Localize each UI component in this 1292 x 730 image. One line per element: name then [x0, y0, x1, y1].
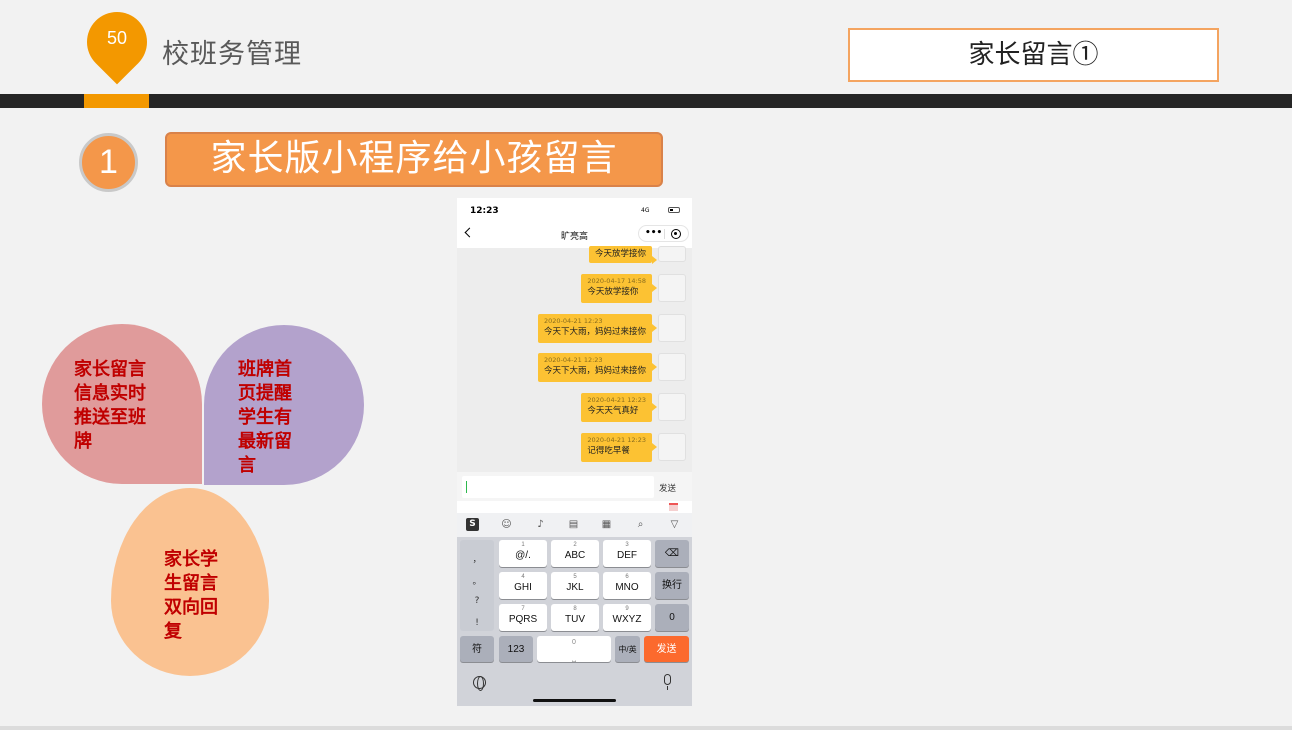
feature-text-reminder: 班牌首 页提醒 学生有 最新留 言: [238, 359, 292, 476]
symbol-key[interactable]: ?: [460, 596, 494, 606]
send-button[interactable]: 发送: [659, 482, 676, 494]
avatar[interactable]: [658, 353, 686, 381]
space-key[interactable]: 0 ⎵: [537, 636, 611, 662]
voice-icon[interactable]: ♪: [535, 519, 546, 530]
avatar[interactable]: [658, 393, 686, 421]
globe-icon[interactable]: [473, 676, 486, 691]
close-miniprogram-icon[interactable]: [671, 229, 681, 239]
message-item: 2020-04-17 14:58 今天放学接你: [457, 274, 692, 304]
key-6[interactable]: 6 MNO: [603, 572, 651, 599]
section-title: 校班务管理: [162, 39, 302, 70]
avatar[interactable]: [658, 314, 686, 342]
header-divider: [0, 94, 1292, 108]
message-input[interactable]: [462, 476, 654, 498]
keyboard-send-key[interactable]: 发送: [644, 636, 689, 662]
calendar-icon[interactable]: [669, 503, 678, 511]
more-menu-button[interactable]: •••: [645, 228, 662, 238]
home-indicator: [533, 699, 616, 702]
key-7[interactable]: 7 PQRS: [499, 604, 547, 631]
key-9[interactable]: 9 WXYZ: [603, 604, 651, 631]
feature-text-reply: 家长学 生留言 双向回 复: [164, 549, 218, 642]
symbol-key[interactable]: !: [460, 618, 494, 628]
slide-title: 家长留言①: [848, 28, 1219, 82]
network-label: 4G: [641, 207, 650, 214]
message-bubble[interactable]: 今天放学接你: [588, 246, 658, 264]
battery-icon: [668, 207, 680, 213]
number-switch-key[interactable]: 123: [499, 636, 533, 662]
accessory-strip: [457, 501, 692, 513]
message-list[interactable]: 今天放学接你 2020-04-17 14:58 今天放学接你 2020-04-2…: [457, 246, 692, 470]
clipboard-icon[interactable]: ▤: [568, 519, 579, 530]
message-input-bar: 发送: [457, 472, 692, 501]
avatar[interactable]: [658, 274, 686, 302]
key-2[interactable]: 2 ABC: [551, 540, 599, 567]
feature-text-push: 家长留言 信息实时 推送至班 牌: [74, 359, 146, 452]
text-cursor: [466, 481, 467, 493]
avatar[interactable]: [658, 433, 686, 461]
key-4[interactable]: 4 GHI: [499, 572, 547, 599]
slide-bottom-edge: [0, 726, 1292, 730]
message-bubble[interactable]: 2020-04-21 12:23 今天下大雨，妈妈过来接你: [537, 353, 658, 382]
ime-logo-icon[interactable]: S: [466, 518, 479, 531]
header-accent: [84, 94, 149, 108]
symbol-key[interactable]: ，: [460, 552, 494, 565]
key-5[interactable]: 5 JKL: [551, 572, 599, 599]
enter-key[interactable]: 换行: [655, 572, 689, 599]
apps-grid-icon[interactable]: ▦: [601, 519, 612, 530]
symbol-key[interactable]: 。: [460, 574, 494, 587]
miniprogram-capsule: •••: [638, 225, 689, 242]
message-item: 2020-04-21 12:23 今天下大雨，妈妈过来接你: [457, 353, 692, 383]
search-icon[interactable]: ⌕: [635, 519, 646, 530]
message-item: 2020-04-21 12:23 今天天气真好: [457, 393, 692, 423]
delete-key[interactable]: ⌫: [655, 540, 689, 567]
message-bubble[interactable]: 2020-04-21 12:23 今天天气真好: [581, 393, 657, 422]
phone-screenshot: 12:23 4G 旷亮高 ••• 今天放学接你 2020-04-17 14:58…: [457, 198, 692, 706]
ime-toolbar: S ☺ ♪ ▤ ▦ ⌕ ▽: [457, 513, 692, 537]
message-bubble[interactable]: 2020-04-21 12:23 记得吃早餐: [581, 433, 657, 462]
language-switch-key[interactable]: 中/英: [615, 636, 640, 662]
status-time: 12:23: [470, 206, 499, 216]
step-number: 1: [79, 133, 138, 192]
message-item: 2020-04-21 12:23 今天下大雨，妈妈过来接你: [457, 314, 692, 344]
hide-keyboard-icon[interactable]: ▽: [669, 519, 680, 530]
key-1[interactable]: 1 @/.: [499, 540, 547, 567]
message-bubble[interactable]: 2020-04-21 12:23 今天下大雨，妈妈过来接你: [537, 314, 658, 343]
symbol-switch-key[interactable]: 符: [460, 636, 494, 662]
message-bubble[interactable]: 2020-04-17 14:58 今天放学接你: [581, 274, 657, 303]
keyboard: ， 。 ? ! 1 @/. 2 ABC 3 DEF ⌫ 4 GHI 5 JKL 6 MNO …: [457, 537, 692, 706]
key-0[interactable]: 0: [655, 604, 689, 631]
page-number: 50: [106, 28, 128, 48]
microphone-icon[interactable]: [664, 674, 671, 690]
message-item: 2020-04-21 12:23 记得吃早餐: [457, 433, 692, 463]
emoji-icon[interactable]: ☺: [501, 519, 512, 530]
capsule-divider: [664, 229, 665, 239]
chat-nav-bar: 旷亮高 •••: [457, 220, 692, 248]
symbol-column[interactable]: ， 。 ? !: [460, 540, 494, 631]
step-title: 家长版小程序给小孩留言: [165, 132, 663, 187]
key-8[interactable]: 8 TUV: [551, 604, 599, 631]
message-item: 今天放学接你: [457, 246, 692, 276]
key-3[interactable]: 3 DEF: [603, 540, 651, 567]
avatar[interactable]: [658, 246, 686, 262]
status-bar: 12:23 4G: [457, 198, 692, 220]
